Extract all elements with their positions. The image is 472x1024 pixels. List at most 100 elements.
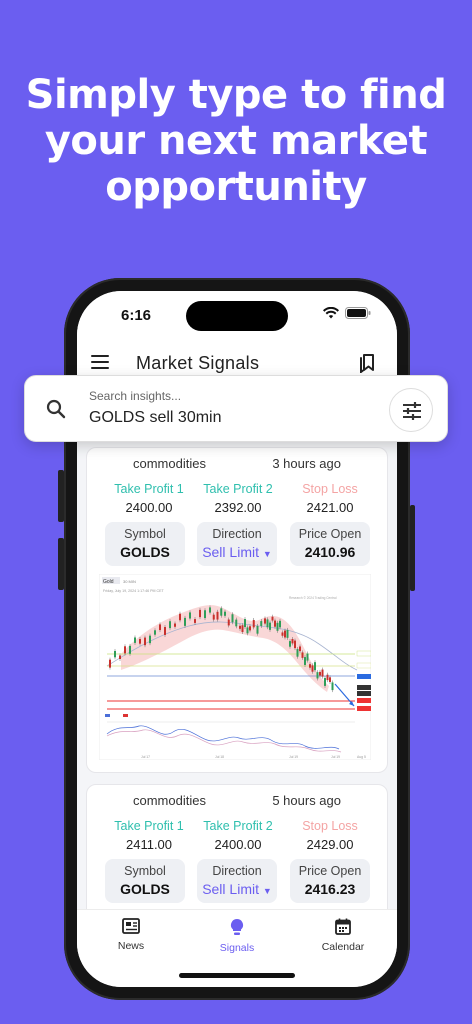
take-profit-2-value: 2392.00 [214, 500, 262, 515]
candle-body [326, 674, 329, 681]
lightbulb-icon [230, 918, 244, 935]
candle-body [291, 639, 294, 644]
phone-power-button [410, 505, 415, 591]
stop-loss-value: 2421.00 [306, 500, 354, 515]
signal-category: commodities [133, 456, 206, 471]
take-profit-2-label: Take Profit 2 [203, 482, 273, 496]
signal-card[interactable]: commodities 5 hours ago Take Profit 1 24… [86, 784, 388, 924]
candle-body [249, 626, 251, 631]
app-title: Market Signals [136, 353, 260, 373]
candle-body [169, 621, 171, 629]
candle-body [119, 655, 121, 659]
candle-body [241, 625, 244, 632]
caret-down-icon: ▼ [262, 886, 272, 896]
search-icon [46, 399, 66, 419]
take-profit-1-value: 2400.00 [125, 500, 173, 515]
home-indicator [179, 973, 295, 978]
phone-volume-up [58, 470, 64, 522]
candle-body [209, 607, 211, 613]
status-bar: 6:16 [77, 291, 397, 345]
menu-icon[interactable] [91, 355, 109, 369]
candle-body [289, 641, 291, 647]
calendar-icon [335, 918, 351, 935]
candle-body [235, 619, 238, 627]
price-open-pill: Price Open 2416.23 [290, 859, 370, 903]
candle-body [271, 616, 274, 621]
direction-value: Sell Limit [202, 881, 259, 897]
candle-body [274, 620, 276, 627]
candle-body [301, 652, 304, 658]
dynamic-island [186, 301, 288, 331]
filter-button[interactable] [389, 388, 433, 432]
nav-calendar-label: Calendar [321, 941, 365, 953]
candle-body [306, 653, 309, 661]
candle-body [139, 639, 141, 644]
signal-category: commodities [133, 793, 206, 808]
candle-body [311, 665, 314, 672]
take-profit-1-value: 2411.00 [125, 837, 173, 852]
candle-body [304, 657, 306, 665]
candle-body [194, 619, 196, 623]
status-icons [323, 307, 371, 319]
take-profit-1-label: Take Profit 1 [114, 482, 184, 496]
candle-body [109, 659, 111, 668]
candle-body [174, 623, 176, 627]
candle-body [179, 613, 181, 621]
candle-body [266, 619, 269, 628]
symbol-label: Symbol [124, 527, 166, 541]
price-open-pill: Price Open 2410.96 [290, 522, 370, 566]
candle-body [227, 619, 230, 626]
symbol-pill: Symbol GOLDS [105, 859, 185, 903]
x-tick-label: Jul 19 [331, 755, 340, 759]
price-open-value: 2410.96 [304, 544, 356, 560]
stop-loss-label: Stop Loss [302, 482, 358, 496]
candle-body [204, 610, 206, 619]
price-open-value: 2416.23 [304, 881, 356, 897]
promo-headline: Simply type to find your next market opp… [25, 72, 447, 210]
candle-body [294, 640, 296, 649]
candle-body [331, 682, 334, 691]
take-profit-1-label: Take Profit 1 [114, 819, 184, 833]
stop-loss-value: 2429.00 [306, 837, 354, 852]
signal-time: 3 hours ago [272, 456, 341, 471]
take-profit-2-value: 2400.00 [214, 837, 262, 852]
search-input[interactable]: GOLDS sell 30min [89, 409, 222, 427]
nav-news-label: News [117, 940, 145, 952]
candle-body [149, 635, 151, 644]
nav-news[interactable]: News [91, 918, 171, 952]
wifi-icon [323, 307, 339, 319]
signal-card[interactable]: commodities 3 hours ago Take Profit 1 24… [86, 447, 388, 773]
battery-icon [345, 307, 371, 319]
direction-dropdown[interactable]: Direction Sell Limit ▼ [197, 859, 277, 903]
candle-body [314, 662, 316, 671]
search-placeholder: Search insights... [89, 389, 182, 403]
candle-body [199, 609, 201, 618]
stop-loss-label: Stop Loss [302, 819, 358, 833]
x-tick-label: Jul 19 [289, 755, 298, 759]
candle-body [154, 630, 156, 635]
direction-value: Sell Limit [202, 544, 259, 560]
candle-body [212, 614, 215, 620]
signal-chart-image[interactable]: Gold 30 MIN Friday, July 19, 2024 1:17:4… [98, 573, 372, 761]
symbol-value: GOLDS [120, 544, 170, 560]
nav-signals-label: Signals [219, 942, 255, 954]
candle-body [216, 611, 219, 620]
candle-body [252, 619, 255, 628]
candle-body [316, 672, 319, 679]
candle-body [321, 669, 324, 677]
candle-body [144, 637, 146, 646]
direction-dropdown[interactable]: Direction Sell Limit ▼ [197, 522, 277, 566]
bookmarks-icon[interactable] [359, 353, 377, 373]
candle-body [309, 664, 311, 668]
candle-body [260, 621, 263, 626]
nav-calendar[interactable]: Calendar [303, 918, 383, 953]
nav-signals[interactable]: Signals [197, 918, 277, 954]
candle-body [114, 650, 116, 658]
candle-body [184, 617, 186, 626]
x-tick-label: Jul 17 [141, 755, 150, 759]
status-time: 6:16 [121, 307, 152, 324]
direction-label: Direction [212, 864, 262, 878]
candle-body [264, 618, 266, 624]
symbol-value: GOLDS [120, 881, 170, 897]
search-bar[interactable]: Search insights... GOLDS sell 30min [24, 375, 448, 442]
